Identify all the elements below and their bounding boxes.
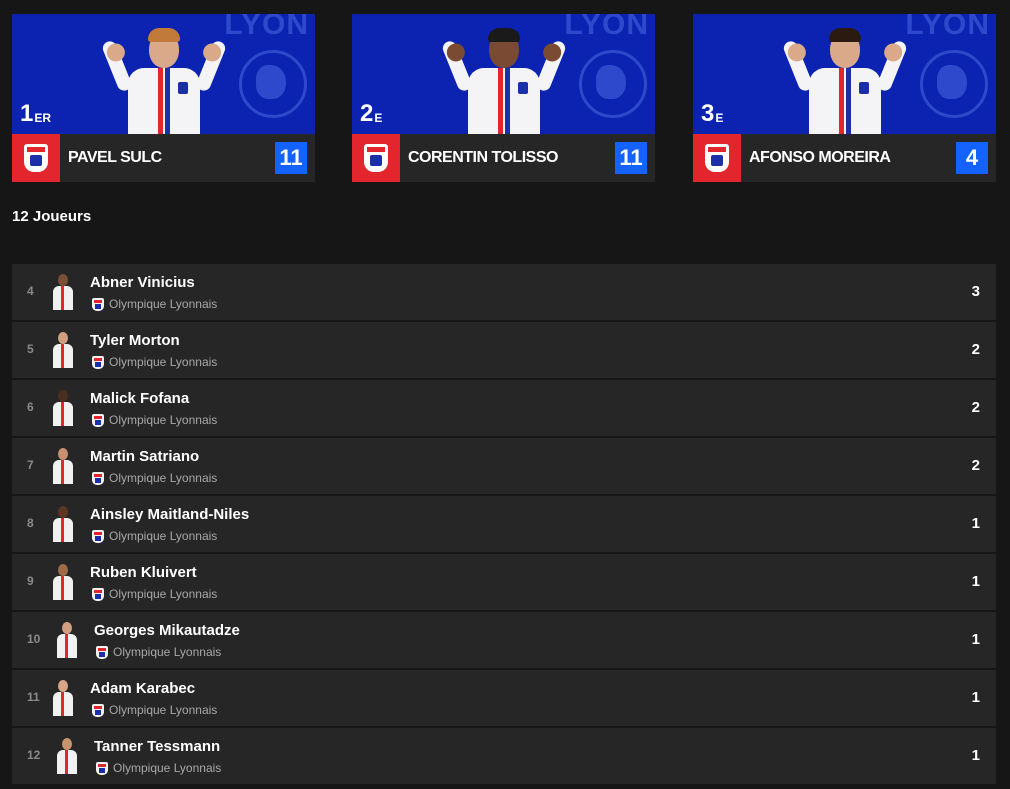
player-ranking-list: 4 Abner Vinicius Olympique Lyonnais 3 5 … [12,264,996,786]
table-row[interactable]: 5 Tyler Morton Olympique Lyonnais 2 [12,322,996,378]
player-name[interactable]: Tanner Tessmann [94,738,220,755]
player-thumbnail [50,274,76,312]
table-row[interactable]: 12 Tanner Tessmann Olympique Lyonnais 1 [12,728,996,784]
stat-value: 2 [971,399,980,416]
rank-label: 1ER [20,100,52,127]
club-badge [12,134,60,182]
rank-number: 8 [27,516,34,530]
ol-crest-icon [92,355,104,369]
lion-crest-icon [920,50,988,118]
ol-crest-icon [24,144,48,172]
player-name[interactable]: Ainsley Maitland-Niles [90,506,249,523]
player-info-bar: PAVEL SULC 11 [12,134,315,182]
ol-crest-icon [92,703,104,717]
rank-label: 2E [360,100,383,127]
score-badge: 11 [275,142,307,174]
player-name[interactable]: Ruben Kluivert [90,564,197,581]
podium-card-1[interactable]: LYON 1ER PAVEL SULC 11 [12,14,315,182]
club-label: Olympique Lyonnais [92,703,217,717]
club-badge [352,134,400,182]
player-name[interactable]: Martin Satriano [90,448,199,465]
rank-number: 11 [27,690,40,704]
stat-value: 2 [971,341,980,358]
rank-number: 9 [27,574,34,588]
player-thumbnail [50,332,76,370]
stat-value: 1 [971,573,980,590]
table-row[interactable]: 7 Martin Satriano Olympique Lyonnais 2 [12,438,996,494]
player-thumbnail [54,622,80,660]
podium-card-2[interactable]: LYON 2E CORENTIN TOLISSO 11 [352,14,655,182]
rank-number: 10 [27,632,41,646]
player-thumbnail [50,448,76,486]
rank-number: 6 [27,400,34,414]
ol-crest-icon [92,587,104,601]
player-photo [440,26,567,134]
player-thumbnail [54,738,80,776]
table-row[interactable]: 4 Abner Vinicius Olympique Lyonnais 3 [12,264,996,320]
club-label: Olympique Lyonnais [92,471,217,485]
player-photo-banner: LYON 1ER [12,14,315,134]
ol-crest-icon [96,761,108,775]
rank-label: 3E [701,100,724,127]
lyon-watermark-text: LYON [224,14,309,41]
club-label: Olympique Lyonnais [92,529,217,543]
player-info-bar: AFONSO MOREIRA 4 [693,134,996,182]
club-label: Olympique Lyonnais [92,413,217,427]
lion-crest-icon [239,50,307,118]
stat-value: 3 [971,283,980,300]
player-name[interactable]: Abner Vinicius [90,274,195,291]
player-photo [781,26,908,134]
score-badge: 4 [956,142,988,174]
player-name[interactable]: Adam Karabec [90,680,195,697]
player-info-bar: CORENTIN TOLISSO 11 [352,134,655,182]
player-photo-banner: LYON 3E [693,14,996,134]
club-label: Olympique Lyonnais [92,587,217,601]
player-thumbnail [50,680,76,718]
stat-value: 1 [971,631,980,648]
ol-crest-icon [96,645,108,659]
rank-number: 5 [27,342,34,356]
player-name[interactable]: CORENTIN TOLISSO [408,149,558,167]
rank-number: 12 [27,748,41,762]
lyon-watermark-text: LYON [564,14,649,41]
ol-crest-icon [92,297,104,311]
club-label: Olympique Lyonnais [96,645,221,659]
stat-value: 2 [971,457,980,474]
table-row[interactable]: 9 Ruben Kluivert Olympique Lyonnais 1 [12,554,996,610]
player-photo [100,26,227,134]
ol-crest-icon [92,413,104,427]
score-badge: 11 [615,142,647,174]
player-thumbnail [50,564,76,602]
player-name[interactable]: Tyler Morton [90,332,180,349]
club-label: Olympique Lyonnais [92,355,217,369]
stat-value: 1 [971,689,980,706]
rank-number: 7 [27,458,34,472]
stat-value: 1 [971,515,980,532]
ol-crest-icon [705,144,729,172]
club-label: Olympique Lyonnais [96,761,221,775]
player-name[interactable]: AFONSO MOREIRA [749,149,891,167]
lion-crest-icon [579,50,647,118]
table-row[interactable]: 6 Malick Fofana Olympique Lyonnais 2 [12,380,996,436]
player-thumbnail [50,390,76,428]
lyon-watermark-text: LYON [905,14,990,41]
player-thumbnail [50,506,76,544]
player-photo-banner: LYON 2E [352,14,655,134]
table-row[interactable]: 8 Ainsley Maitland-Niles Olympique Lyonn… [12,496,996,552]
rank-number: 4 [27,284,34,298]
podium-card-3[interactable]: LYON 3E AFONSO MOREIRA 4 [693,14,996,182]
player-name[interactable]: Georges Mikautadze [94,622,240,639]
ol-crest-icon [92,529,104,543]
club-label: Olympique Lyonnais [92,297,217,311]
player-count: 12 Joueurs [12,208,92,225]
player-name[interactable]: PAVEL SULC [68,149,162,167]
table-row[interactable]: 11 Adam Karabec Olympique Lyonnais 1 [12,670,996,726]
ol-crest-icon [364,144,388,172]
player-name[interactable]: Malick Fofana [90,390,189,407]
stat-value: 1 [971,747,980,764]
ol-crest-icon [92,471,104,485]
table-row[interactable]: 10 Georges Mikautadze Olympique Lyonnais… [12,612,996,668]
club-badge [693,134,741,182]
